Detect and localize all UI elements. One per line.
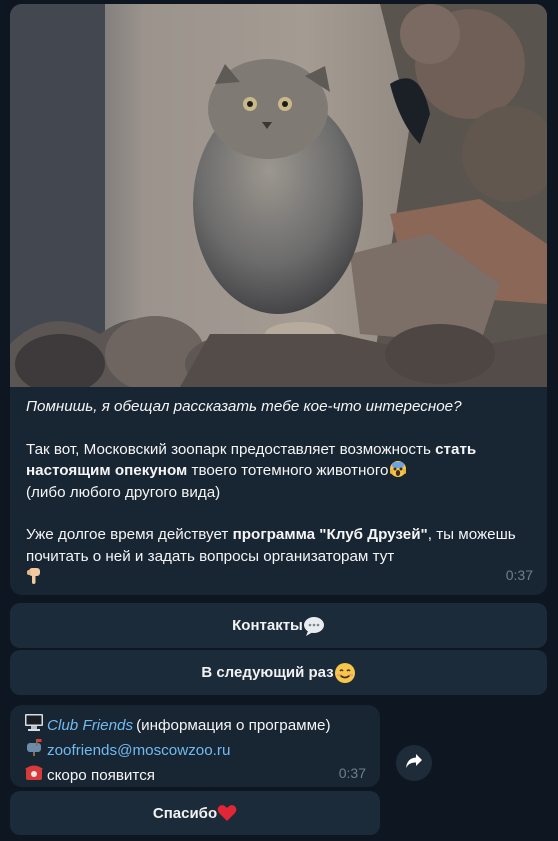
message-time: 0:37 [505,567,533,583]
post-message: Помнишь, я обещал рассказать тебе кое-чт… [10,4,547,595]
email-line: zoofriends@moscowzoo.ru [24,738,366,763]
forward-icon [405,753,423,774]
next-time-button[interactable]: В следующий раз [10,650,547,695]
pallas-cat-photo[interactable] [10,4,547,387]
red-heart-icon [217,804,237,823]
forward-button[interactable] [396,745,432,781]
thanks-button[interactable]: Спасибо [10,791,380,835]
computer-icon [24,713,44,738]
message-time: 0:37 [338,765,366,781]
post-text: Помнишь, я обещал рассказать тебе кое-чт… [10,387,547,595]
club-friends-link[interactable]: Club Friends [47,715,133,737]
info-message: Club Friends (информация о программе) zo… [10,705,380,787]
email-link[interactable]: zoofriends@moscowzoo.ru [47,740,230,762]
speech-bubble-icon [303,616,325,636]
telephone-icon [24,763,44,788]
mailbox-icon [24,738,44,763]
post-intro: Помнишь, я обещал рассказать тебе кое-чт… [26,398,462,415]
pointing-down-emoji [26,567,42,589]
post-paragraph-3: Уже долгое время действует программа "Кл… [26,524,531,589]
smiling-face-icon [334,662,356,684]
phone-line: скоро появится [24,763,366,788]
post-paragraph-2: Так вот, Московский зоопарк предоставляе… [26,440,477,501]
scared-face-emoji [389,460,407,482]
contacts-button[interactable]: Контакты [10,603,547,648]
club-line: Club Friends (информация о программе) [24,713,366,738]
